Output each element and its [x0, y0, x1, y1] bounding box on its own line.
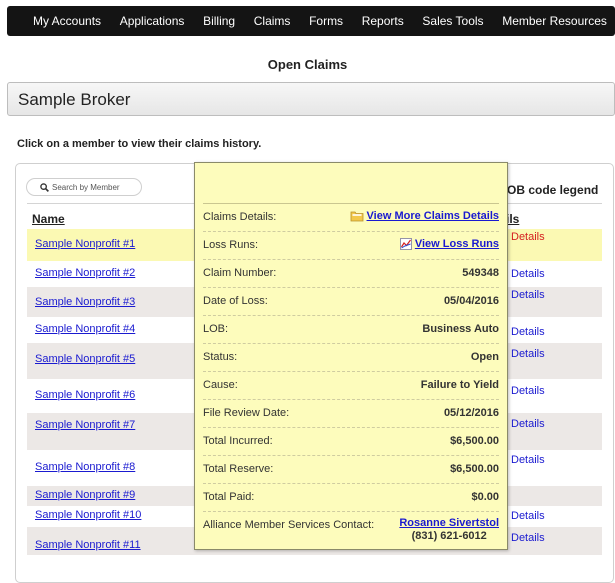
popup-status-row: Status: Open	[203, 343, 499, 371]
search-input[interactable]: Search by Member	[26, 178, 142, 196]
details-link[interactable]: Details	[511, 231, 545, 243]
total-incurred-value: $6,500.00	[450, 435, 499, 447]
details-link[interactable]: Details	[511, 418, 545, 430]
column-header-name[interactable]: Name	[32, 212, 65, 226]
member-link[interactable]: Sample Nonprofit #2	[35, 267, 135, 279]
page-title: Open Claims	[267, 57, 348, 72]
contact-phone: (831) 621-6012	[411, 530, 487, 542]
column-header-details: ils	[506, 212, 520, 226]
member-link[interactable]: Sample Nonprofit #6	[35, 389, 135, 401]
broker-header: Sample Broker	[7, 82, 615, 116]
date-of-loss-value: 05/04/2016	[443, 295, 499, 307]
member-link[interactable]: Sample Nonprofit #5	[35, 353, 135, 365]
details-link[interactable]: Details	[511, 348, 545, 360]
member-link[interactable]: Sample Nonprofit #11	[35, 539, 141, 551]
nav-billing[interactable]: Billing	[203, 14, 235, 28]
search-placeholder: Search by Member	[52, 182, 120, 192]
details-link[interactable]: Details	[511, 454, 545, 466]
popup-total-reserve-row: Total Reserve: $6,500.00	[203, 455, 499, 483]
chart-icon	[399, 238, 412, 250]
claims-details-label: Claims Details:	[203, 211, 277, 223]
details-link[interactable]: Details	[511, 532, 545, 544]
status-value: Open	[470, 351, 499, 363]
loss-runs-label: Loss Runs:	[203, 239, 259, 251]
nav-claims[interactable]: Claims	[254, 14, 291, 28]
nav-applications[interactable]: Applications	[120, 14, 185, 28]
cause-value: Failure to Yield	[420, 379, 499, 391]
total-paid-label: Total Paid:	[203, 491, 255, 503]
details-link[interactable]: Details	[511, 268, 545, 280]
instruction-text: Click on a member to view their claims h…	[17, 138, 262, 150]
date-of-loss-label: Date of Loss:	[203, 295, 268, 307]
total-paid-value: $0.00	[471, 491, 499, 503]
status-label: Status:	[203, 351, 238, 363]
member-link[interactable]: Sample Nonprofit #4	[35, 323, 135, 335]
view-loss-runs-link[interactable]: View Loss Runs	[399, 238, 499, 250]
claim-number-label: Claim Number:	[203, 267, 277, 279]
member-link[interactable]: Sample Nonprofit #8	[35, 461, 135, 473]
popup-loss-runs-row: Loss Runs: View Loss Runs	[203, 231, 499, 259]
popup-lob-row: LOB: Business Auto	[203, 315, 499, 343]
view-more-claims-details-text: View More Claims Details	[366, 210, 499, 222]
broker-name: Sample Broker	[18, 90, 131, 109]
view-loss-runs-text: View Loss Runs	[414, 238, 499, 250]
total-incurred-label: Total Incurred:	[203, 435, 273, 447]
details-link[interactable]: Details	[511, 510, 545, 522]
folder-icon	[350, 211, 363, 222]
popup-date-of-loss-row: Date of Loss: 05/04/2016	[203, 287, 499, 315]
member-link[interactable]: Sample Nonprofit #7	[35, 419, 135, 431]
view-more-claims-details-link[interactable]: View More Claims Details	[350, 210, 499, 222]
nav-sales-tools[interactable]: Sales Tools	[422, 14, 483, 28]
contact-name-link[interactable]: Rosanne Sivertstol	[399, 517, 499, 529]
member-link[interactable]: Sample Nonprofit #1	[35, 238, 135, 250]
nav-my-accounts[interactable]: My Accounts	[33, 14, 101, 28]
popup-cause-row: Cause: Failure to Yield	[203, 371, 499, 399]
member-link[interactable]: Sample Nonprofit #9	[35, 489, 135, 501]
cause-label: Cause:	[203, 379, 238, 391]
contact-label: Alliance Member Services Contact:	[203, 519, 375, 531]
nav-forms[interactable]: Forms	[309, 14, 343, 28]
popup-claims-details-row: Claims Details: View More Claims Details	[203, 203, 499, 231]
file-review-label: File Review Date:	[203, 407, 290, 419]
lob-label: LOB:	[203, 323, 229, 335]
popup-file-review-row: File Review Date: 05/12/2016	[203, 399, 499, 427]
claim-number-value: 549348	[462, 267, 499, 279]
nav-reports[interactable]: Reports	[362, 14, 404, 28]
claim-details-popup: Claims Details: View More Claims Details…	[194, 162, 508, 550]
details-link[interactable]: Details	[511, 326, 545, 338]
lob-legend-link[interactable]: OB code legend	[507, 183, 598, 197]
member-link[interactable]: Sample Nonprofit #10	[35, 509, 141, 521]
popup-claim-number-row: Claim Number: 549348	[203, 259, 499, 287]
popup-total-paid-row: Total Paid: $0.00	[203, 483, 499, 511]
lob-value: Business Auto	[422, 323, 499, 335]
popup-total-incurred-row: Total Incurred: $6,500.00	[203, 427, 499, 455]
total-reserve-value: $6,500.00	[450, 463, 499, 475]
details-link[interactable]: Details	[511, 385, 545, 397]
member-link[interactable]: Sample Nonprofit #3	[35, 296, 135, 308]
popup-contact-row: Alliance Member Services Contact: Rosann…	[203, 511, 499, 547]
search-icon	[40, 182, 49, 192]
nav-member-resources[interactable]: Member Resources	[502, 14, 607, 28]
total-reserve-label: Total Reserve:	[203, 463, 274, 475]
details-link[interactable]: Details	[511, 289, 545, 301]
file-review-value: 05/12/2016	[443, 407, 499, 419]
contact-block: Rosanne Sivertstol (831) 621-6012	[399, 517, 499, 542]
top-nav: My Accounts Applications Billing Claims …	[7, 6, 615, 36]
